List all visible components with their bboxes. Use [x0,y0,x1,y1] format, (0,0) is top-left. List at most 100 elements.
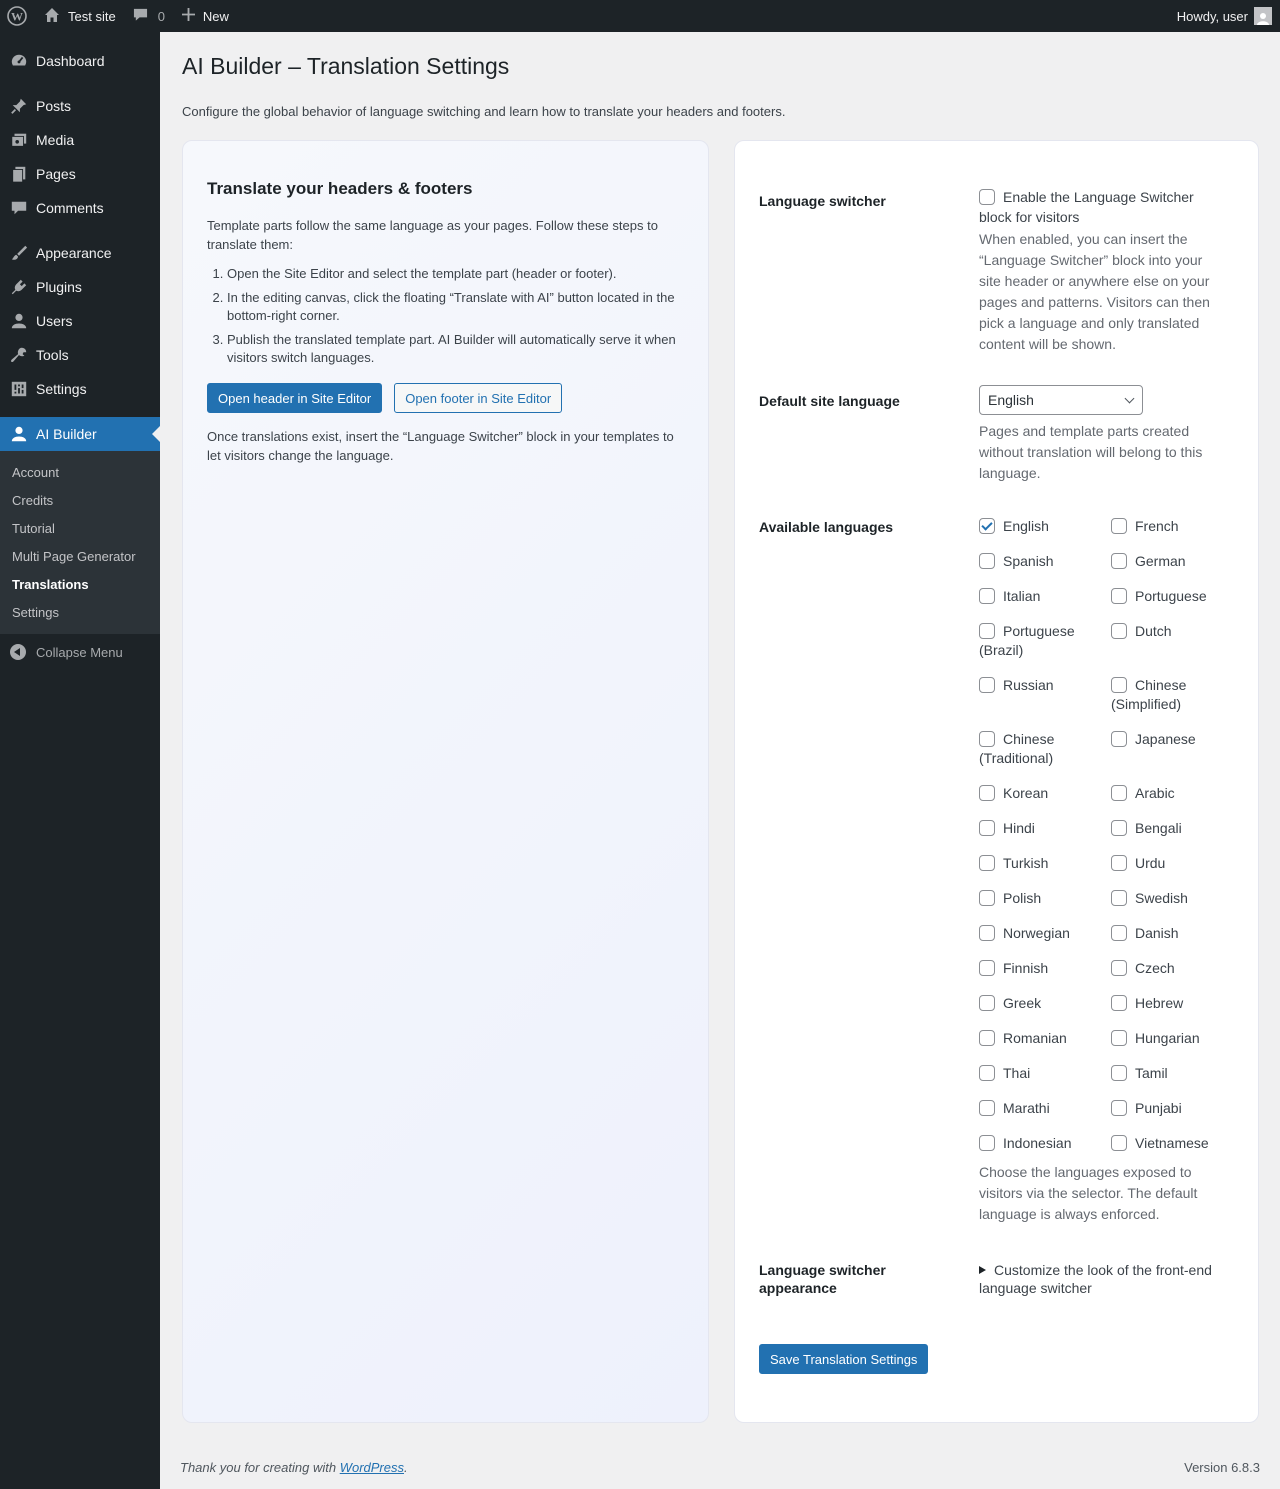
language-option[interactable]: Hebrew [1111,994,1239,1013]
language-option[interactable]: Hungarian [1111,1029,1239,1048]
language-checkbox[interactable] [979,995,995,1011]
language-checkbox[interactable] [979,518,995,534]
language-checkbox[interactable] [979,677,995,693]
language-checkbox[interactable] [1111,925,1127,941]
menu-users[interactable]: Users [0,304,160,338]
language-checkbox[interactable] [1111,553,1127,569]
language-option[interactable]: Hindi [979,819,1111,838]
new-content-link[interactable]: New [181,0,229,32]
submenu-tutorial[interactable]: Tutorial [0,514,160,542]
enable-switcher-checkbox-row[interactable]: Enable the Language Switcher block for v… [979,187,1219,227]
language-checkbox[interactable] [979,731,995,747]
language-option[interactable]: Vietnamese [1111,1134,1239,1153]
language-checkbox[interactable] [979,1065,995,1081]
my-account-link[interactable]: Howdy, user [1177,0,1272,32]
language-checkbox[interactable] [1111,588,1127,604]
menu-pages[interactable]: Pages [0,157,160,191]
language-option[interactable]: Japanese [1111,730,1239,768]
language-option[interactable]: Portuguese (Brazil) [979,622,1111,660]
menu-media[interactable]: Media [0,123,160,157]
language-option[interactable]: Indonesian [979,1134,1111,1153]
language-checkbox[interactable] [1111,1100,1127,1116]
save-settings-button[interactable]: Save Translation Settings [759,1344,929,1374]
language-checkbox[interactable] [979,1100,995,1116]
comments-link[interactable]: 0 [133,0,165,32]
language-checkbox[interactable] [1111,820,1127,836]
language-option[interactable]: Thai [979,1064,1111,1083]
language-checkbox[interactable] [979,925,995,941]
menu-appearance[interactable]: Appearance [0,236,160,270]
language-checkbox[interactable] [1111,785,1127,801]
language-checkbox[interactable] [1111,623,1127,639]
language-option[interactable]: Russian [979,676,1111,714]
menu-settings[interactable]: Settings [0,372,160,406]
menu-plugins[interactable]: Plugins [0,270,160,304]
language-option[interactable]: Finnish [979,959,1111,978]
open-header-button[interactable]: Open header in Site Editor [207,383,383,413]
wordpress-logo-icon[interactable]: W [0,0,34,32]
language-checkbox[interactable] [1111,1030,1127,1046]
site-name-link[interactable]: Test site [44,0,116,32]
collapse-menu-button[interactable]: Collapse Menu [0,635,160,669]
menu-ai-builder[interactable]: AI Builder [0,417,160,451]
appearance-toggle[interactable]: Customize the look of the front-end lang… [979,1261,1219,1297]
language-option[interactable]: Korean [979,784,1111,803]
submenu-translations[interactable]: Translations [0,570,160,598]
language-checkbox[interactable] [1111,960,1127,976]
submenu-credits[interactable]: Credits [0,486,160,514]
language-option[interactable]: Swedish [1111,889,1239,908]
language-checkbox[interactable] [1111,1135,1127,1151]
language-option[interactable]: Dutch [1111,622,1239,660]
wordpress-link[interactable]: WordPress [340,1460,404,1475]
language-checkbox[interactable] [979,1030,995,1046]
menu-tools[interactable]: Tools [0,338,160,372]
language-option[interactable]: Romanian [979,1029,1111,1048]
language-option[interactable]: Urdu [1111,854,1239,873]
language-checkbox[interactable] [979,855,995,871]
language-checkbox[interactable] [1111,855,1127,871]
language-option[interactable]: Norwegian [979,924,1111,943]
language-option[interactable]: French [1111,517,1239,536]
language-checkbox[interactable] [1111,1065,1127,1081]
language-option[interactable]: Tamil [1111,1064,1239,1083]
language-checkbox[interactable] [979,1135,995,1151]
language-checkbox[interactable] [1111,890,1127,906]
language-checkbox[interactable] [1111,677,1127,693]
language-checkbox[interactable] [1111,518,1127,534]
language-option[interactable]: Chinese (Simplified) [1111,676,1239,714]
language-option[interactable]: Punjabi [1111,1099,1239,1118]
language-checkbox[interactable] [979,623,995,639]
language-checkbox[interactable] [1111,731,1127,747]
language-checkbox[interactable] [979,553,995,569]
language-option[interactable]: Portuguese [1111,587,1239,606]
language-option[interactable]: German [1111,552,1239,571]
language-option[interactable]: Italian [979,587,1111,606]
open-footer-button[interactable]: Open footer in Site Editor [394,383,563,413]
language-checkbox[interactable] [979,960,995,976]
language-option[interactable]: Arabic [1111,784,1239,803]
language-option[interactable]: English [979,517,1111,536]
language-option[interactable]: Turkish [979,854,1111,873]
submenu-multi-page-generator[interactable]: Multi Page Generator [0,542,160,570]
language-option[interactable]: Polish [979,889,1111,908]
language-checkbox[interactable] [1111,995,1127,1011]
menu-dashboard-label: Dashboard [36,53,105,69]
language-checkbox[interactable] [979,820,995,836]
language-option[interactable]: Marathi [979,1099,1111,1118]
language-checkbox[interactable] [979,890,995,906]
language-option[interactable]: Czech [1111,959,1239,978]
language-option[interactable]: Greek [979,994,1111,1013]
language-checkbox[interactable] [979,588,995,604]
language-checkbox[interactable] [979,785,995,801]
menu-dashboard[interactable]: Dashboard [0,44,160,78]
default-language-select[interactable]: English [979,385,1143,415]
submenu-settings[interactable]: Settings [0,598,160,626]
language-option[interactable]: Danish [1111,924,1239,943]
language-option[interactable]: Spanish [979,552,1111,571]
language-option[interactable]: Bengali [1111,819,1239,838]
enable-switcher-checkbox[interactable] [979,189,995,205]
menu-comments[interactable]: Comments [0,191,160,225]
language-option[interactable]: Chinese (Traditional) [979,730,1111,768]
submenu-account[interactable]: Account [0,458,160,486]
menu-posts[interactable]: Posts [0,89,160,123]
